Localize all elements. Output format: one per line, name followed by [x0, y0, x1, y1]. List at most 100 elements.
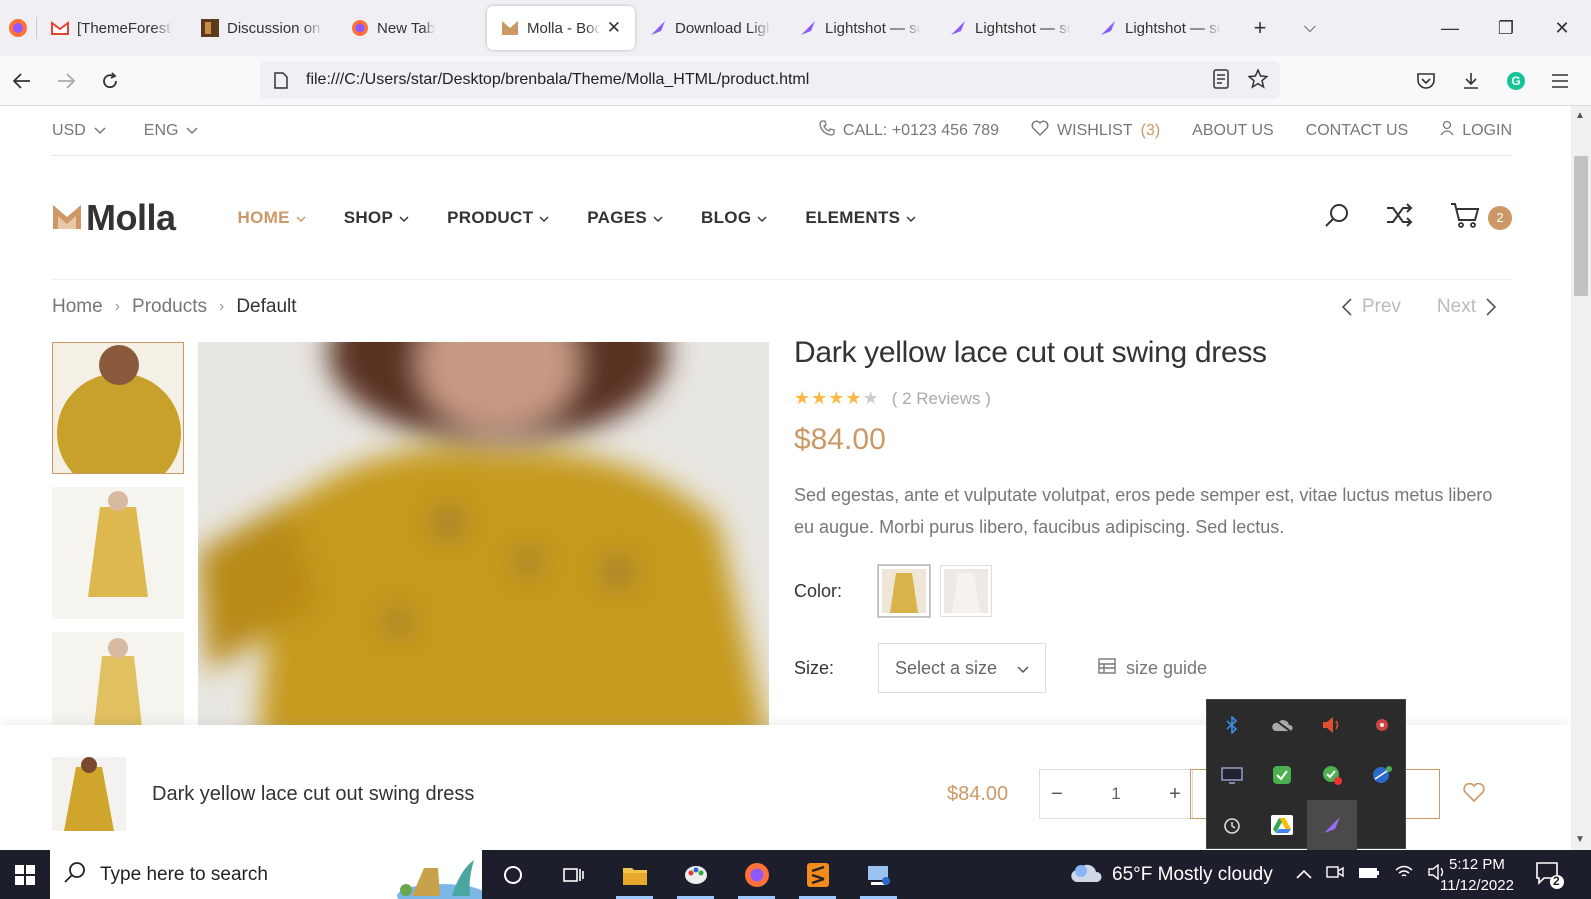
menu-item-product[interactable]: PRODUCT: [447, 208, 549, 228]
lightshot-tray-icon[interactable]: [1307, 800, 1357, 850]
qty-increase-button[interactable]: +: [1158, 783, 1192, 806]
menu-item-blog[interactable]: BLOG: [701, 208, 767, 228]
new-tab-plus-icon[interactable]: +: [1235, 6, 1285, 50]
taskbar-clock[interactable]: 5:12 PM 11/12/2022: [1440, 854, 1514, 896]
product-thumbnail[interactable]: [52, 487, 184, 619]
address-bar[interactable]: file:///C:/Users/star/Desktop/brenbala/T…: [260, 61, 1280, 99]
login-link[interactable]: LOGIN: [1440, 120, 1512, 141]
security-check-icon[interactable]: [1257, 750, 1307, 800]
firefox-taskbar-icon[interactable]: [726, 850, 787, 899]
file-explorer-icon[interactable]: [604, 850, 665, 899]
network-globe-icon[interactable]: [1357, 750, 1407, 800]
currency-dropdown[interactable]: USD: [52, 122, 106, 140]
cortana-icon[interactable]: [482, 850, 543, 899]
tab-label: [ThemeForest]: [77, 19, 173, 37]
reload-icon[interactable]: [88, 61, 132, 101]
tab-list-chevron-icon[interactable]: ⌵: [1285, 6, 1335, 50]
downloads-icon[interactable]: [1449, 61, 1493, 101]
taskbar-search-box[interactable]: Type here to search: [50, 850, 487, 899]
tab-lightshot-3[interactable]: Lightshot — sc: [1085, 6, 1235, 50]
page-scrollbar[interactable]: ▲ ▼: [1571, 106, 1591, 850]
tab-discussion[interactable]: Discussion on T: [187, 6, 337, 50]
molla-logo[interactable]: Molla: [52, 197, 176, 239]
forward-arrow-icon[interactable]: [44, 61, 88, 101]
scroll-down-icon[interactable]: ▼: [1575, 834, 1585, 845]
product-thumbnail[interactable]: [52, 342, 184, 474]
onedrive-icon[interactable]: [1257, 700, 1307, 750]
wishlist-link[interactable]: WISHLIST (3): [1031, 120, 1160, 141]
wifi-icon[interactable]: [1394, 864, 1414, 885]
sublime-text-icon[interactable]: [787, 850, 848, 899]
tab-lightshot-2[interactable]: Lightshot — sc: [935, 6, 1085, 50]
tab-download-lightshot[interactable]: Download Ligh: [635, 6, 785, 50]
restore-window-icon[interactable]: ❐: [1478, 0, 1534, 56]
reader-view-icon[interactable]: [1212, 69, 1230, 94]
minimize-window-icon[interactable]: —: [1422, 0, 1478, 56]
hamburger-menu-icon[interactable]: [1538, 61, 1582, 101]
call-link[interactable]: CALL: +0123 456 789: [819, 120, 999, 141]
browser-tab-bar: [ThemeForest] Discussion on T New Tab Mo…: [0, 0, 1591, 56]
language-dropdown[interactable]: ENG: [144, 122, 199, 140]
speaker-red-icon[interactable]: [1307, 700, 1357, 750]
tab-new-tab[interactable]: New Tab: [337, 6, 487, 50]
search-highlight-illustration-icon: [382, 850, 487, 899]
close-tab-icon[interactable]: ✕: [607, 18, 621, 38]
alarm-clock-icon[interactable]: [1207, 800, 1257, 850]
paint-tool-icon[interactable]: [665, 850, 726, 899]
prev-product-link[interactable]: Prev: [1341, 296, 1401, 318]
contact-us-link[interactable]: CONTACT US: [1306, 122, 1409, 140]
menu-item-shop[interactable]: SHOP: [344, 208, 409, 228]
meet-now-icon[interactable]: [1326, 864, 1344, 885]
tab-themeforest[interactable]: [ThemeForest]: [37, 6, 187, 50]
reviews-link[interactable]: ( 2 Reviews ): [892, 389, 991, 409]
color-swatch-yellow[interactable]: [878, 565, 930, 617]
firefox-menu-icon[interactable]: [0, 6, 36, 50]
search-icon[interactable]: [1324, 202, 1350, 233]
show-hidden-icons-chevron-icon[interactable]: [1296, 866, 1312, 884]
grammarly-extension-icon[interactable]: G: [1494, 61, 1538, 101]
scroll-up-icon[interactable]: ▲: [1575, 110, 1585, 121]
chevron-down-icon: [757, 208, 767, 228]
menu-item-home[interactable]: HOME: [238, 208, 306, 228]
size-guide-link[interactable]: size guide: [1098, 658, 1207, 679]
scrollbar-thumb[interactable]: [1574, 156, 1588, 296]
cart-button[interactable]: 2: [1450, 202, 1512, 233]
battery-icon[interactable]: [1358, 866, 1380, 884]
sync-status-icon[interactable]: [1307, 750, 1357, 800]
back-arrow-icon[interactable]: [0, 61, 44, 101]
next-product-link[interactable]: Next: [1437, 296, 1496, 318]
color-swatch-white[interactable]: [940, 565, 992, 617]
cloud-icon: [1070, 861, 1102, 889]
about-us-link[interactable]: ABOUT US: [1192, 122, 1274, 140]
windows-start-icon[interactable]: [0, 850, 50, 899]
tools-icon[interactable]: [1357, 700, 1407, 750]
qty-decrease-button[interactable]: −: [1040, 783, 1074, 806]
size-select[interactable]: Select a size: [878, 643, 1046, 693]
pocket-icon[interactable]: [1404, 61, 1448, 101]
google-drive-icon[interactable]: [1257, 800, 1307, 850]
compare-shuffle-icon[interactable]: [1386, 202, 1414, 233]
breadcrumb-products[interactable]: Products: [132, 296, 207, 318]
notification-center-icon[interactable]: 2: [1534, 860, 1564, 895]
display-settings-icon[interactable]: [1207, 750, 1257, 800]
bluetooth-icon[interactable]: [1207, 700, 1257, 750]
tab-lightshot-1[interactable]: Lightshot — sc: [785, 6, 935, 50]
qty-input[interactable]: 1: [1074, 784, 1158, 804]
language-label: ENG: [143, 121, 179, 139]
bookmark-star-icon[interactable]: [1247, 68, 1269, 94]
star-empty-icon: ★: [862, 388, 880, 408]
breadcrumb-home[interactable]: Home: [52, 296, 103, 318]
tab-molla[interactable]: Molla - Boo ✕: [487, 6, 635, 50]
weather-widget[interactable]: 65°F Mostly cloudy: [1070, 850, 1273, 899]
remote-desktop-icon[interactable]: [848, 850, 909, 899]
product-info: Dark yellow lace cut out swing dress ★★★…: [794, 336, 1514, 693]
wishlist-count: (3): [1140, 121, 1161, 139]
task-view-icon[interactable]: [543, 850, 604, 899]
add-to-wishlist-heart-icon[interactable]: [1463, 782, 1485, 808]
menu-item-elements[interactable]: ELEMENTS: [805, 208, 916, 228]
tray-overflow-popup: [1206, 699, 1407, 850]
chevron-right-icon: ›: [114, 298, 121, 315]
product-main-image[interactable]: [198, 342, 769, 742]
close-window-icon[interactable]: ✕: [1534, 0, 1590, 56]
menu-item-pages[interactable]: PAGES: [587, 208, 663, 228]
